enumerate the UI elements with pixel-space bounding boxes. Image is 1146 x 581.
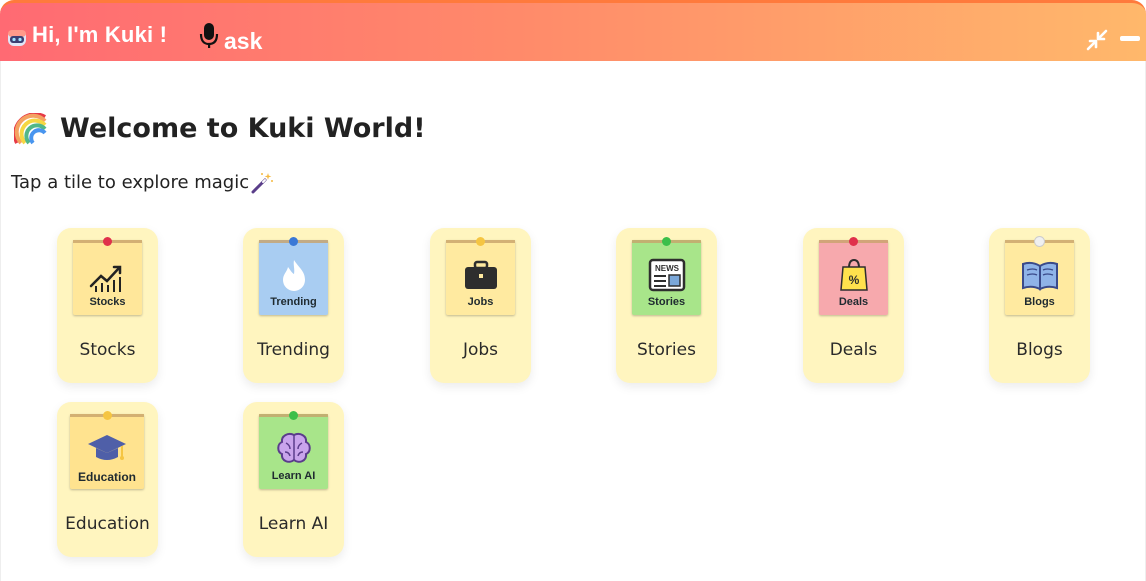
note-caption: Trending	[270, 296, 317, 308]
tile-education[interactable]: Education Education	[57, 402, 158, 557]
svg-text:NEWS: NEWS	[655, 264, 680, 273]
newspaper-icon: NEWS	[648, 258, 686, 292]
tile-label: Trending	[257, 340, 330, 360]
shopping-bag-icon: %	[840, 258, 868, 291]
tile-label: Learn AI	[258, 514, 329, 534]
graduation-cap-icon	[88, 435, 126, 460]
sticky-note: NEWS Stories	[632, 237, 701, 315]
tile-trending[interactable]: Trending Trending	[243, 228, 344, 383]
sticky-note: Jobs	[446, 237, 515, 315]
note-caption: Blogs	[1024, 296, 1055, 308]
note-caption: Jobs	[467, 296, 494, 308]
note-caption: Stocks	[89, 296, 126, 308]
briefcase-icon	[465, 260, 497, 289]
note-caption: Education	[77, 470, 136, 484]
tile-label: Stories	[637, 340, 696, 360]
tile-label: Deals	[829, 340, 878, 360]
greeting-title: Hi, I'm Kuki !	[32, 22, 168, 47]
welcome-title: Welcome to Kuki World!	[60, 113, 426, 144]
rainbow-icon	[14, 113, 47, 145]
note-caption: Learn AI	[271, 470, 316, 482]
robot-avatar-icon	[8, 30, 26, 46]
sticky-note: % Deals	[819, 237, 888, 315]
sticky-note: Learn AI	[259, 411, 328, 489]
tile-blogs[interactable]: Blogs Blogs	[989, 228, 1090, 383]
microphone-icon[interactable]	[199, 22, 219, 50]
tile-label: Education	[65, 514, 150, 534]
tile-deals[interactable]: % Deals Deals	[803, 228, 904, 383]
sticky-note: Trending	[259, 237, 328, 315]
tile-label: Stocks	[79, 340, 136, 360]
collapse-arrows-icon[interactable]	[1086, 29, 1108, 51]
tile-jobs[interactable]: Jobs Jobs	[430, 228, 531, 383]
note-caption: Deals	[838, 296, 869, 308]
tile-stories[interactable]: NEWS Stories Stories	[616, 228, 717, 383]
sticky-note: Blogs	[1005, 237, 1074, 315]
flame-icon	[283, 260, 305, 291]
svg-text:%: %	[849, 273, 860, 287]
sticky-note: Stocks	[73, 237, 142, 315]
note-caption: Stories	[647, 296, 686, 308]
tile-label: Jobs	[462, 340, 499, 360]
minimize-icon[interactable]	[1120, 36, 1140, 41]
brain-icon	[277, 432, 311, 463]
tile-learn-ai[interactable]: Learn AI Learn AI	[243, 402, 344, 557]
ask-button[interactable]: ask	[224, 28, 262, 55]
tile-stocks[interactable]: Stocks Stocks	[57, 228, 158, 383]
subtitle: Tap a tile to explore magic	[11, 172, 250, 193]
sticky-note: Education	[70, 411, 144, 489]
open-book-icon	[1022, 261, 1058, 291]
tile-label: Blogs	[1016, 340, 1063, 360]
chat-header: Hi, I'm Kuki ! ask	[0, 0, 1146, 61]
magic-wand-icon	[251, 173, 273, 194]
chart-up-icon	[89, 265, 122, 292]
